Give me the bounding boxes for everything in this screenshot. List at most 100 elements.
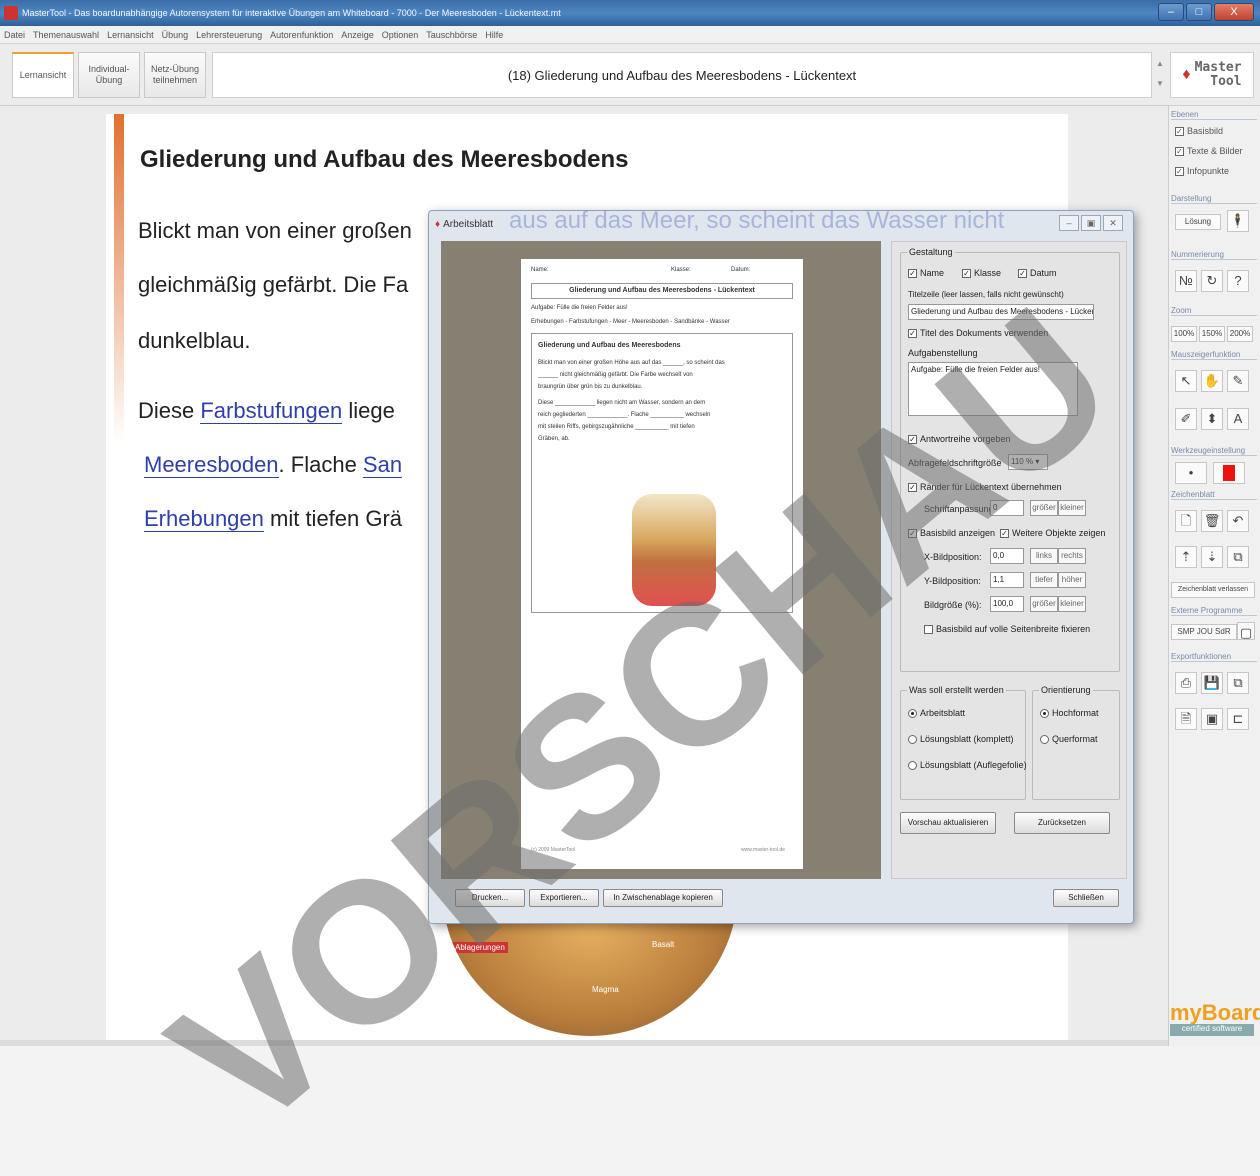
new-page-icon[interactable]: 🗋	[1175, 510, 1197, 532]
help-icon[interactable]: ?	[1227, 270, 1249, 292]
radio-querformat[interactable]: Querformat	[1040, 734, 1098, 744]
gap-farbstufungen[interactable]: Farbstufungen	[200, 398, 343, 424]
dialog-minimize-button[interactable]: ‒	[1059, 215, 1079, 231]
sheet-footer-right: www.master-tool.de	[741, 847, 785, 853]
tab-netz-uebung[interactable]: Netz-Übung teilnehmen	[144, 52, 206, 98]
print-icon[interactable]: ⎙	[1175, 672, 1197, 694]
dialog-maximize-button[interactable]: ▣	[1081, 215, 1101, 231]
layer-basisbild[interactable]: ✓ Basisbild	[1175, 126, 1223, 136]
schrift-groesser-button[interactable]: größer	[1030, 500, 1058, 516]
vorschau-aktualisieren-button[interactable]: Vorschau aktualisieren	[900, 812, 996, 834]
gap-erhebungen[interactable]: Erhebungen	[144, 506, 264, 532]
menu-hilfe[interactable]: Hilfe	[485, 30, 503, 40]
titelzeile-input[interactable]: Gliederung und Aufbau des Meeresbodens -…	[908, 304, 1094, 320]
zoom-200-button[interactable]: 200%	[1227, 326, 1253, 342]
zoom-100-button[interactable]: 100%	[1171, 326, 1197, 342]
ypos-hoeher-button[interactable]: höher	[1058, 572, 1086, 588]
radio-arbeitsblatt[interactable]: Arbeitsblatt	[908, 708, 965, 718]
schrift-input[interactable]: 0	[990, 500, 1024, 516]
numbering-icon[interactable]: №	[1175, 270, 1197, 292]
clipboard-button[interactable]: In Zwischenablage kopieren	[603, 889, 723, 907]
checkbox-klasse[interactable]: ✓ Klasse	[962, 268, 1001, 278]
xpos-input[interactable]: 0,0	[990, 548, 1024, 564]
refresh-icon[interactable]: ↻	[1201, 270, 1223, 292]
text-line-4: Diese Farbstufungen liege	[138, 398, 395, 424]
minimize-button[interactable]: ‒	[1158, 3, 1184, 21]
figure-icon[interactable]: 🕴	[1227, 210, 1249, 232]
exportieren-button[interactable]: Exportieren...	[529, 889, 599, 907]
pointer-icon[interactable]: ↖	[1175, 370, 1197, 392]
menu-uebung[interactable]: Übung	[162, 30, 189, 40]
abfrage-select[interactable]: 110 % ▾	[1008, 454, 1048, 470]
text-tool-icon[interactable]: A	[1227, 408, 1249, 430]
zoom-150-button[interactable]: 150%	[1199, 326, 1225, 342]
zeichenblatt-verlassen-button[interactable]: Zeichenblatt verlassen	[1171, 582, 1255, 598]
groesse-input[interactable]: 100,0	[990, 596, 1024, 612]
close-button[interactable]: X	[1214, 3, 1254, 21]
zuruecksetzen-button[interactable]: Zurücksetzen	[1014, 812, 1110, 834]
ypos-input[interactable]: 1,1	[990, 572, 1024, 588]
menu-tauschboerse[interactable]: Tauschbörse	[426, 30, 477, 40]
layer-infopunkte[interactable]: ✓ Infopunkte	[1175, 166, 1229, 176]
ypos-tiefer-button[interactable]: tiefer	[1030, 572, 1058, 588]
radio-loesung-auflege[interactable]: Lösungsblatt (Auflegefolie)	[908, 760, 1027, 770]
hand-icon[interactable]: ✋	[1201, 370, 1223, 392]
document-icon[interactable]: 🗎	[1175, 708, 1197, 730]
external-programs-buttons[interactable]: SMP JOU SdR	[1171, 624, 1237, 640]
checkbox-weitere-objekte[interactable]: ✓ Weitere Objekte zeigen	[1000, 528, 1105, 538]
schliessen-button[interactable]: Schließen	[1053, 889, 1119, 907]
groesse-kleiner-button[interactable]: kleiner	[1058, 596, 1086, 612]
brush-icon[interactable]: ✐	[1175, 408, 1197, 430]
drucken-button[interactable]: Drucken...	[455, 889, 525, 907]
sheet-t2: ______ nicht gleichmäßig gefärbt. Die Fa…	[538, 372, 693, 378]
aufgabe-textarea[interactable]: Aufgabe: Fülle die freien Felder aus!	[908, 362, 1078, 416]
trash-icon[interactable]: 🗑	[1201, 510, 1223, 532]
tab-lernansicht[interactable]: Lernansicht	[12, 52, 74, 98]
checkbox-titel-dokument[interactable]: ✓ Titel des Dokuments verwenden	[908, 328, 1048, 338]
gap-sandbaenke[interactable]: San	[362, 452, 403, 478]
menu-optionen[interactable]: Optionen	[382, 30, 419, 40]
groesse-groesser-button[interactable]: größer	[1030, 596, 1058, 612]
download-icon[interactable]: ⇣	[1201, 546, 1223, 568]
xpos-links-button[interactable]: links	[1030, 548, 1058, 564]
checkbox-basisbild[interactable]: ✓ Basisbild anzeigen	[908, 528, 995, 538]
menu-autorenfunktion[interactable]: Autorenfunktion	[270, 30, 333, 40]
gap-meeresboden[interactable]: Meeresboden	[144, 452, 279, 478]
xpos-rechts-button[interactable]: rechts	[1058, 548, 1086, 564]
color-picker-icon[interactable]	[1213, 462, 1245, 484]
checkbox-name[interactable]: ✓ Name	[908, 268, 944, 278]
line-width-icon[interactable]: •	[1175, 462, 1207, 484]
checkbox-raender[interactable]: ✓ Ränder für Lückentext übernehmen	[908, 482, 1062, 492]
checkbox-datum[interactable]: ✓ Datum	[1018, 268, 1057, 278]
maximize-button[interactable]: □	[1186, 3, 1212, 21]
export-copy-icon[interactable]: ⧉	[1227, 672, 1249, 694]
window-icon[interactable]: ▢	[1237, 622, 1255, 640]
pen-icon[interactable]: ✎	[1227, 370, 1249, 392]
frame-icon[interactable]: ⊏	[1227, 708, 1249, 730]
menu-lehrersteuerung[interactable]: Lehrersteuerung	[196, 30, 262, 40]
image-icon[interactable]: ▣	[1201, 708, 1223, 730]
save-icon[interactable]: 💾	[1201, 672, 1223, 694]
eraser-icon[interactable]: ⬍	[1201, 408, 1223, 430]
menu-anzeige[interactable]: Anzeige	[341, 30, 374, 40]
radio-hochformat[interactable]: Hochformat	[1040, 708, 1099, 718]
radio-loesung-komplett[interactable]: Lösungsblatt (komplett)	[908, 734, 1014, 744]
schrift-kleiner-button[interactable]: kleiner	[1058, 500, 1086, 516]
checkbox-seitenbreite[interactable]: Basisbild auf volle Seitenbreite fixiere…	[924, 624, 1090, 634]
loesung-toggle[interactable]: Lösung	[1175, 214, 1221, 230]
sheet-text-box: Gliederung und Aufbau des Meeresbodens B…	[531, 333, 793, 613]
page-heading: Gliederung und Aufbau des Meeresbodens	[140, 146, 629, 173]
dialog-close-button[interactable]: ✕	[1103, 215, 1123, 231]
text-line-3: dunkelblau.	[138, 328, 251, 353]
copy-icon[interactable]: ⧉	[1227, 546, 1249, 568]
checkbox-antwortreihe[interactable]: ✓ Antwortreihe vorgeben	[908, 434, 1011, 444]
upload-icon[interactable]: ⇡	[1175, 546, 1197, 568]
radio-icon	[908, 734, 917, 744]
menu-datei[interactable]: Datei	[4, 30, 25, 40]
title-scroll-arrows[interactable]: ▲ ▼	[1154, 54, 1166, 98]
menu-themenauswahl[interactable]: Themenauswahl	[33, 30, 99, 40]
menu-lernansicht[interactable]: Lernansicht	[107, 30, 154, 40]
layer-texte[interactable]: ✓ Texte & Bilder	[1175, 146, 1243, 156]
tab-individual-uebung[interactable]: Individual- Übung	[78, 52, 140, 98]
undo-icon[interactable]: ↶	[1227, 510, 1249, 532]
